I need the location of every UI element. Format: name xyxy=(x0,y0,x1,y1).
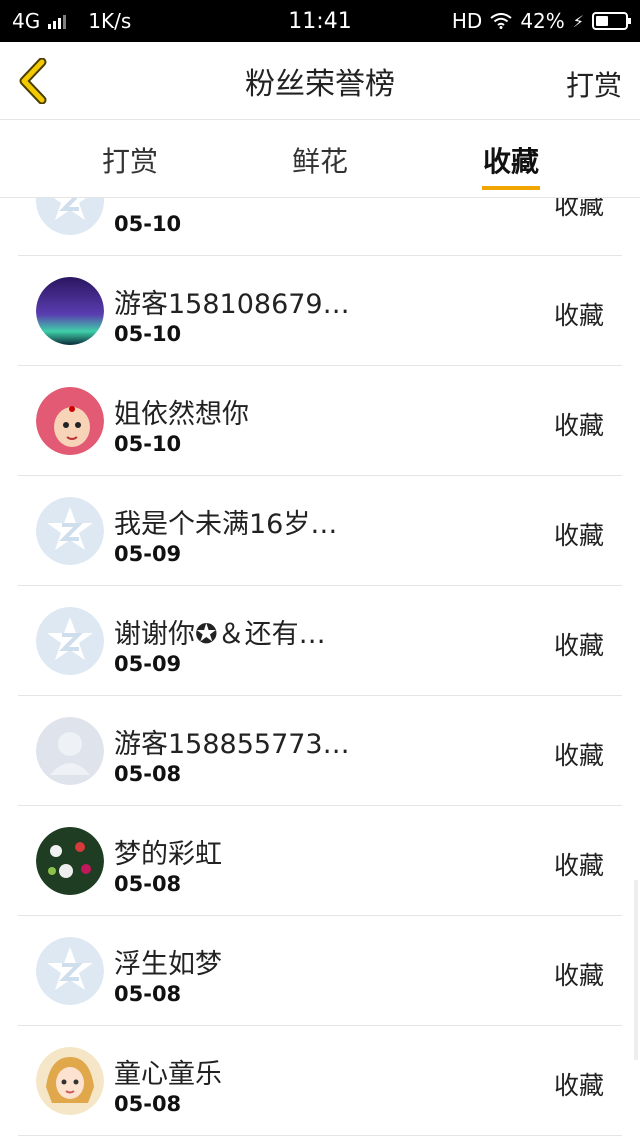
tab-bar: 打赏 鲜花 收藏 xyxy=(0,120,640,198)
network-type: 4G xyxy=(12,9,41,33)
app-header: 粉丝荣誉榜 打赏 xyxy=(0,42,640,120)
favorite-label: 收藏 xyxy=(553,741,604,770)
default-person-avatar-icon xyxy=(36,717,104,785)
default-q-avatar-icon xyxy=(36,937,104,1005)
status-bar: 4G 1K/s 11:41 HD 42% ⚡ xyxy=(0,0,640,42)
fan-name: 姐依然想你 xyxy=(114,399,249,430)
avatar xyxy=(36,497,104,565)
fan-date: 05-10 xyxy=(114,432,182,456)
favorite-label: 收藏 xyxy=(553,301,604,330)
tab-flowers[interactable]: 鲜花 xyxy=(260,140,380,180)
avatar xyxy=(36,277,104,345)
favorite-label: 收藏 xyxy=(553,961,604,990)
list-item[interactable]: 浮生如梦 05-08 收藏 xyxy=(18,916,622,1026)
favorite-label: 收藏 xyxy=(553,851,604,880)
wifi-icon xyxy=(490,13,512,29)
fan-date: 05-08 xyxy=(114,982,182,1006)
fan-date: 05-10 xyxy=(114,212,182,236)
charging-icon: ⚡ xyxy=(572,11,584,31)
fan-name: 谢谢你✪＆还有… xyxy=(114,619,326,650)
scrollbar[interactable] xyxy=(634,880,638,1060)
list-item[interactable]: 我是个未满16岁… 05-09 收藏 xyxy=(18,476,622,586)
fan-name: 浮生如梦 xyxy=(114,949,222,980)
avatar xyxy=(36,827,104,895)
fan-name: 童心童乐 xyxy=(114,1059,222,1090)
avatar xyxy=(36,607,104,675)
fan-date: 05-08 xyxy=(114,872,182,896)
favorite-label: 收藏 xyxy=(553,1071,604,1100)
fan-date: 05-08 xyxy=(114,762,182,786)
list-item[interactable]: 05-10 收藏 xyxy=(18,198,622,256)
fan-date: 05-09 xyxy=(114,652,182,676)
favorite-label: 收藏 xyxy=(553,631,604,660)
avatar xyxy=(36,387,104,455)
battery-percent: 42% xyxy=(520,9,565,33)
avatar xyxy=(36,717,104,785)
fan-date: 05-09 xyxy=(114,542,182,566)
default-q-avatar-icon xyxy=(36,198,104,235)
back-arrow-icon[interactable] xyxy=(14,58,54,104)
favorite-label: 收藏 xyxy=(553,521,604,550)
anime-girl-avatar-icon xyxy=(36,1047,104,1115)
cartoon-girl-avatar-icon xyxy=(36,387,104,455)
battery-fill xyxy=(596,16,608,26)
avatar xyxy=(36,198,104,235)
tab-favorites[interactable]: 收藏 xyxy=(451,140,571,180)
fan-name: 我是个未满16岁… xyxy=(114,509,338,540)
avatar xyxy=(36,937,104,1005)
status-time: 11:41 xyxy=(288,8,352,34)
favorite-label: 收藏 xyxy=(553,198,604,220)
list-item[interactable]: 梦的彩虹 05-08 收藏 xyxy=(18,806,622,916)
active-tab-indicator xyxy=(482,186,540,190)
favorite-label: 收藏 xyxy=(553,411,604,440)
list-item[interactable]: 童心童乐 05-08 收藏 xyxy=(18,1026,622,1136)
default-q-avatar-icon xyxy=(36,607,104,675)
list-item[interactable]: 谢谢你✪＆还有… 05-09 收藏 xyxy=(18,586,622,696)
fan-date: 05-08 xyxy=(114,1092,182,1116)
list-item[interactable]: 游客158855773… 05-08 收藏 xyxy=(18,696,622,806)
fan-name: 游客158108679… xyxy=(114,289,350,320)
tab-tip[interactable]: 打赏 xyxy=(70,140,190,180)
hd-label: HD xyxy=(451,9,483,33)
signal-icon xyxy=(48,13,67,29)
battery-icon xyxy=(592,12,631,30)
page-title: 粉丝荣誉榜 xyxy=(245,66,395,102)
list-item[interactable]: 姐依然想你 05-10 收藏 xyxy=(18,366,622,476)
fan-name: 游客158855773… xyxy=(114,729,350,760)
aurora-avatar-icon xyxy=(36,277,104,345)
fan-name: 梦的彩虹 xyxy=(114,839,222,870)
default-q-avatar-icon xyxy=(36,497,104,565)
tip-button[interactable]: 打赏 xyxy=(566,64,622,104)
list-item[interactable]: 游客158108679… 05-10 收藏 xyxy=(18,256,622,366)
status-right: HD 42% ⚡ xyxy=(388,9,631,33)
flowers-avatar-icon xyxy=(36,827,104,895)
network-speed: 1K/s xyxy=(88,9,132,33)
status-left: 4G 1K/s xyxy=(12,9,252,33)
avatar xyxy=(36,1047,104,1115)
fan-date: 05-10 xyxy=(114,322,182,346)
fan-list: 05-10 收藏 游客158108679… 05-10 收藏 姐依然想你 05-… xyxy=(0,198,640,1138)
